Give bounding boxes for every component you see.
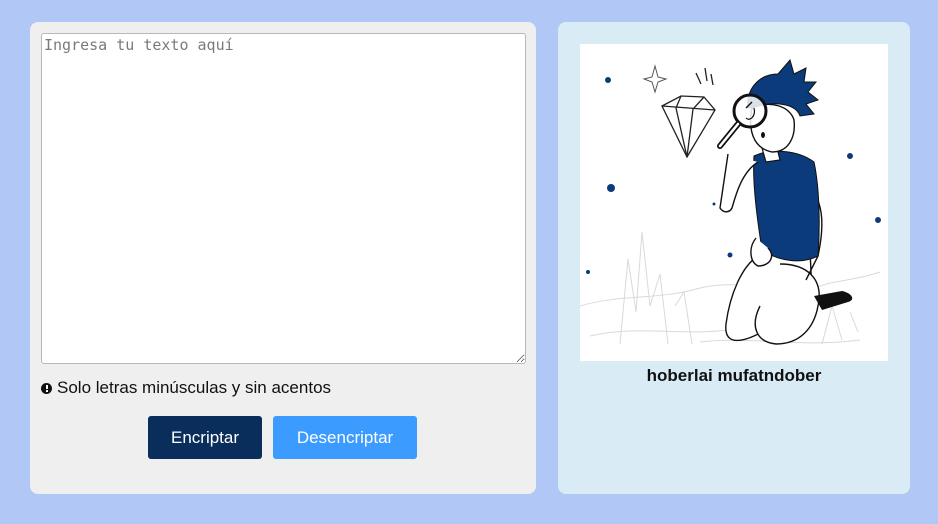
encrypt-button[interactable]: Encriptar — [148, 416, 262, 459]
info-circle-icon — [41, 382, 52, 394]
input-hint: Solo letras minúsculas y sin acentos — [41, 378, 331, 398]
decrypt-button[interactable]: Desencriptar — [273, 416, 417, 459]
hint-text: Solo letras minúsculas y sin acentos — [57, 378, 332, 397]
input-panel: Solo letras minúsculas y sin acentos Enc… — [30, 22, 536, 494]
output-text: hoberlai mufatndober — [646, 366, 822, 385]
search-illustration — [579, 44, 888, 361]
text-input[interactable] — [41, 33, 526, 364]
output-panel: hoberlai mufatndober — [558, 22, 910, 494]
